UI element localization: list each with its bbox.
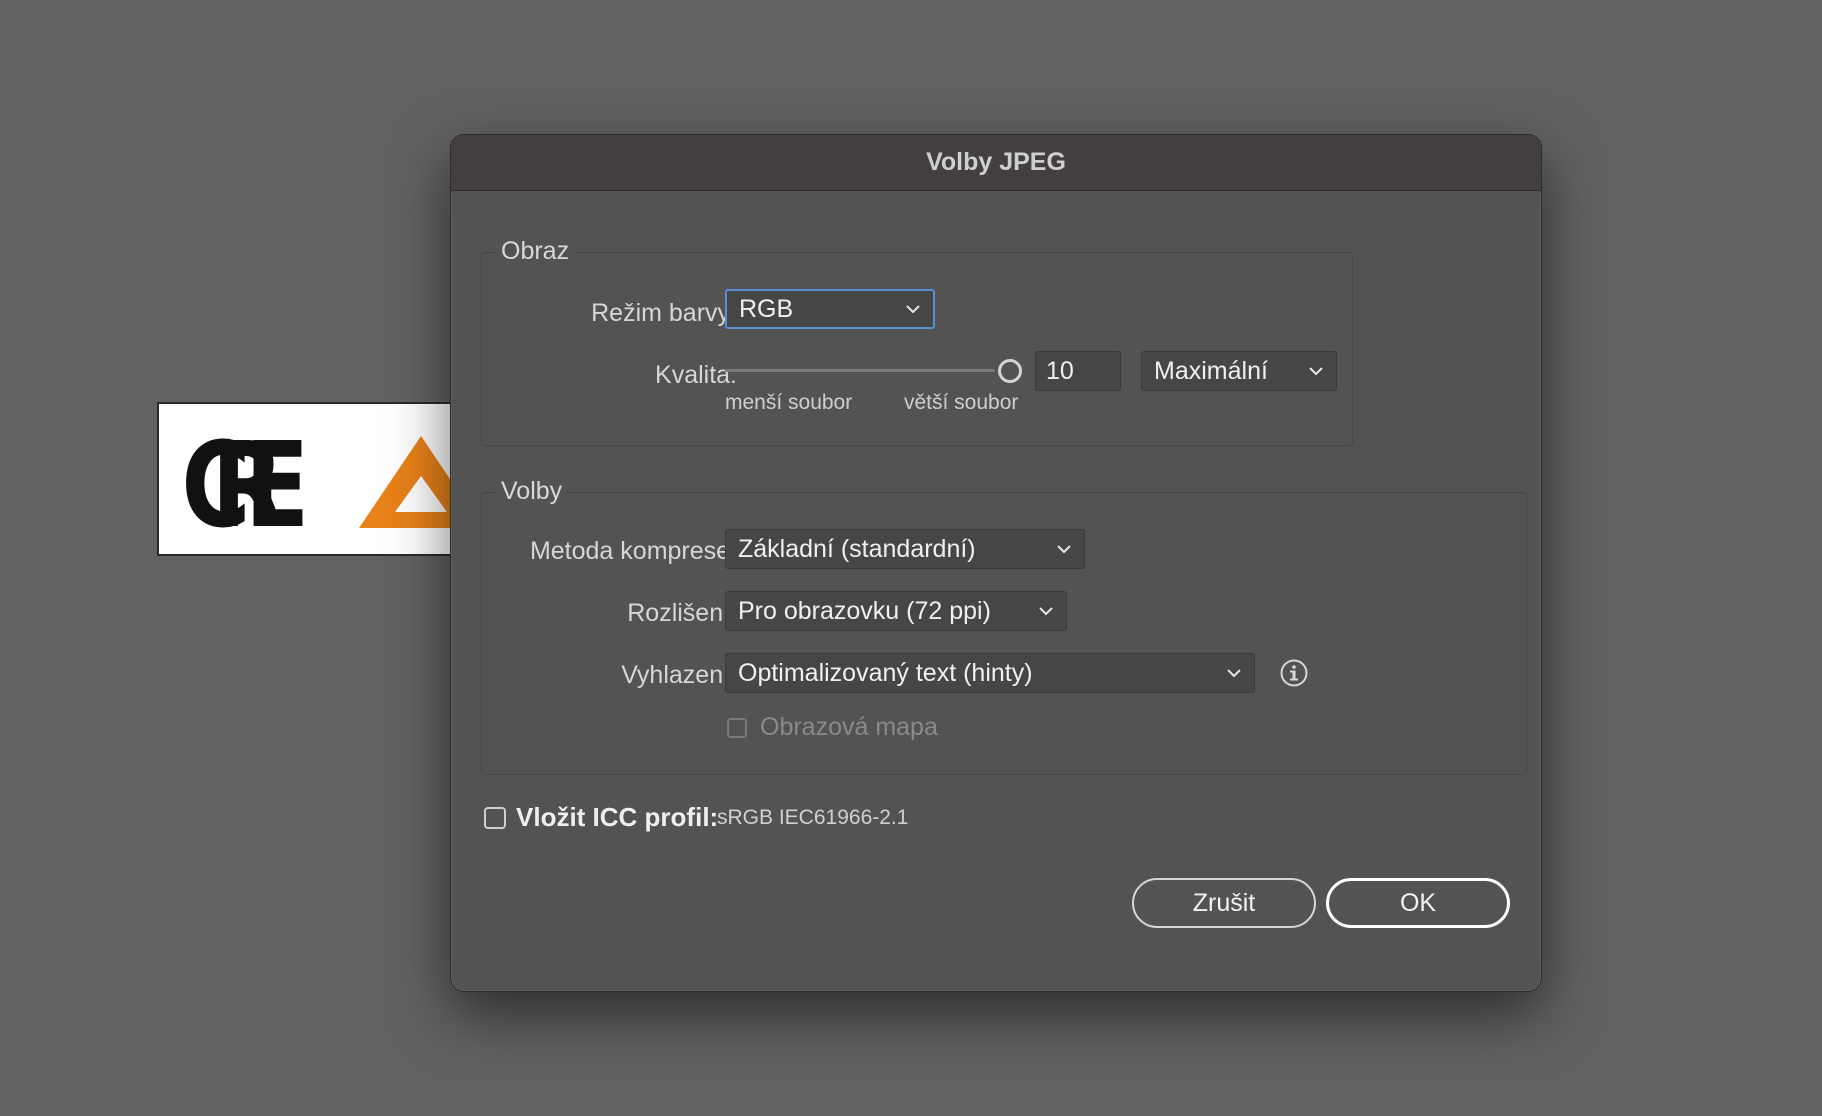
jpeg-options-dialog: Volby JPEG Obraz Režim barvy: RGB Kvalit… (450, 134, 1542, 992)
quality-preset-select[interactable]: Maximální (1141, 351, 1337, 391)
quality-value: 10 (1046, 356, 1074, 385)
chevron-down-icon (1039, 607, 1053, 616)
chevron-down-icon (906, 305, 920, 314)
quality-preset-value: Maximální (1154, 356, 1268, 385)
icc-profile-checkbox[interactable] (484, 807, 506, 829)
quality-label: Kvalita: (655, 361, 737, 389)
info-icon[interactable] (1279, 658, 1309, 688)
options-group-label: Volby (497, 477, 567, 506)
antialias-value: Optimalizovaný text (hinty) (738, 658, 1033, 687)
compression-value: Základní (standardní) (738, 534, 976, 563)
quality-slider-track[interactable] (725, 369, 995, 372)
image-map-label: Obrazová mapa (760, 713, 938, 741)
chevron-down-icon (1309, 367, 1323, 376)
ok-button[interactable]: OK (1326, 878, 1510, 928)
image-map-checkbox[interactable] (727, 718, 747, 738)
image-group (481, 252, 1353, 446)
smaller-file-label: menší soubor (725, 391, 853, 414)
compression-select[interactable]: Základní (standardní) (725, 529, 1085, 569)
color-mode-select[interactable]: RGB (725, 289, 935, 329)
color-mode-value: RGB (739, 294, 794, 323)
cancel-button[interactable]: Zrušit (1132, 878, 1316, 928)
quality-slider-thumb[interactable] (998, 359, 1022, 383)
resolution-label: Rozlišení: (627, 599, 737, 627)
dialog-titlebar[interactable]: Volby JPEG (451, 135, 1541, 191)
logo-text: CRE (181, 418, 309, 555)
resolution-select[interactable]: Pro obrazovku (72 ppi) (725, 591, 1067, 631)
dialog-title: Volby JPEG (926, 148, 1066, 176)
color-mode-label: Režim barvy: (591, 299, 737, 327)
artwork-logo: CRE (157, 402, 477, 556)
icc-profile-value: sRGB IEC61966-2.1 (717, 806, 909, 829)
chevron-down-icon (1057, 545, 1071, 554)
quality-input[interactable]: 10 (1035, 351, 1121, 391)
compression-label: Metoda komprese: (529, 537, 737, 565)
antialias-label: Vyhlazení: (621, 661, 737, 689)
resolution-value: Pro obrazovku (72 ppi) (738, 596, 991, 625)
antialias-select[interactable]: Optimalizovaný text (hinty) (725, 653, 1255, 693)
chevron-down-icon (1227, 669, 1241, 678)
larger-file-label: větší soubor (904, 391, 1019, 414)
image-group-label: Obraz (497, 237, 574, 266)
icc-profile-label: Vložit ICC profil: (516, 802, 719, 832)
